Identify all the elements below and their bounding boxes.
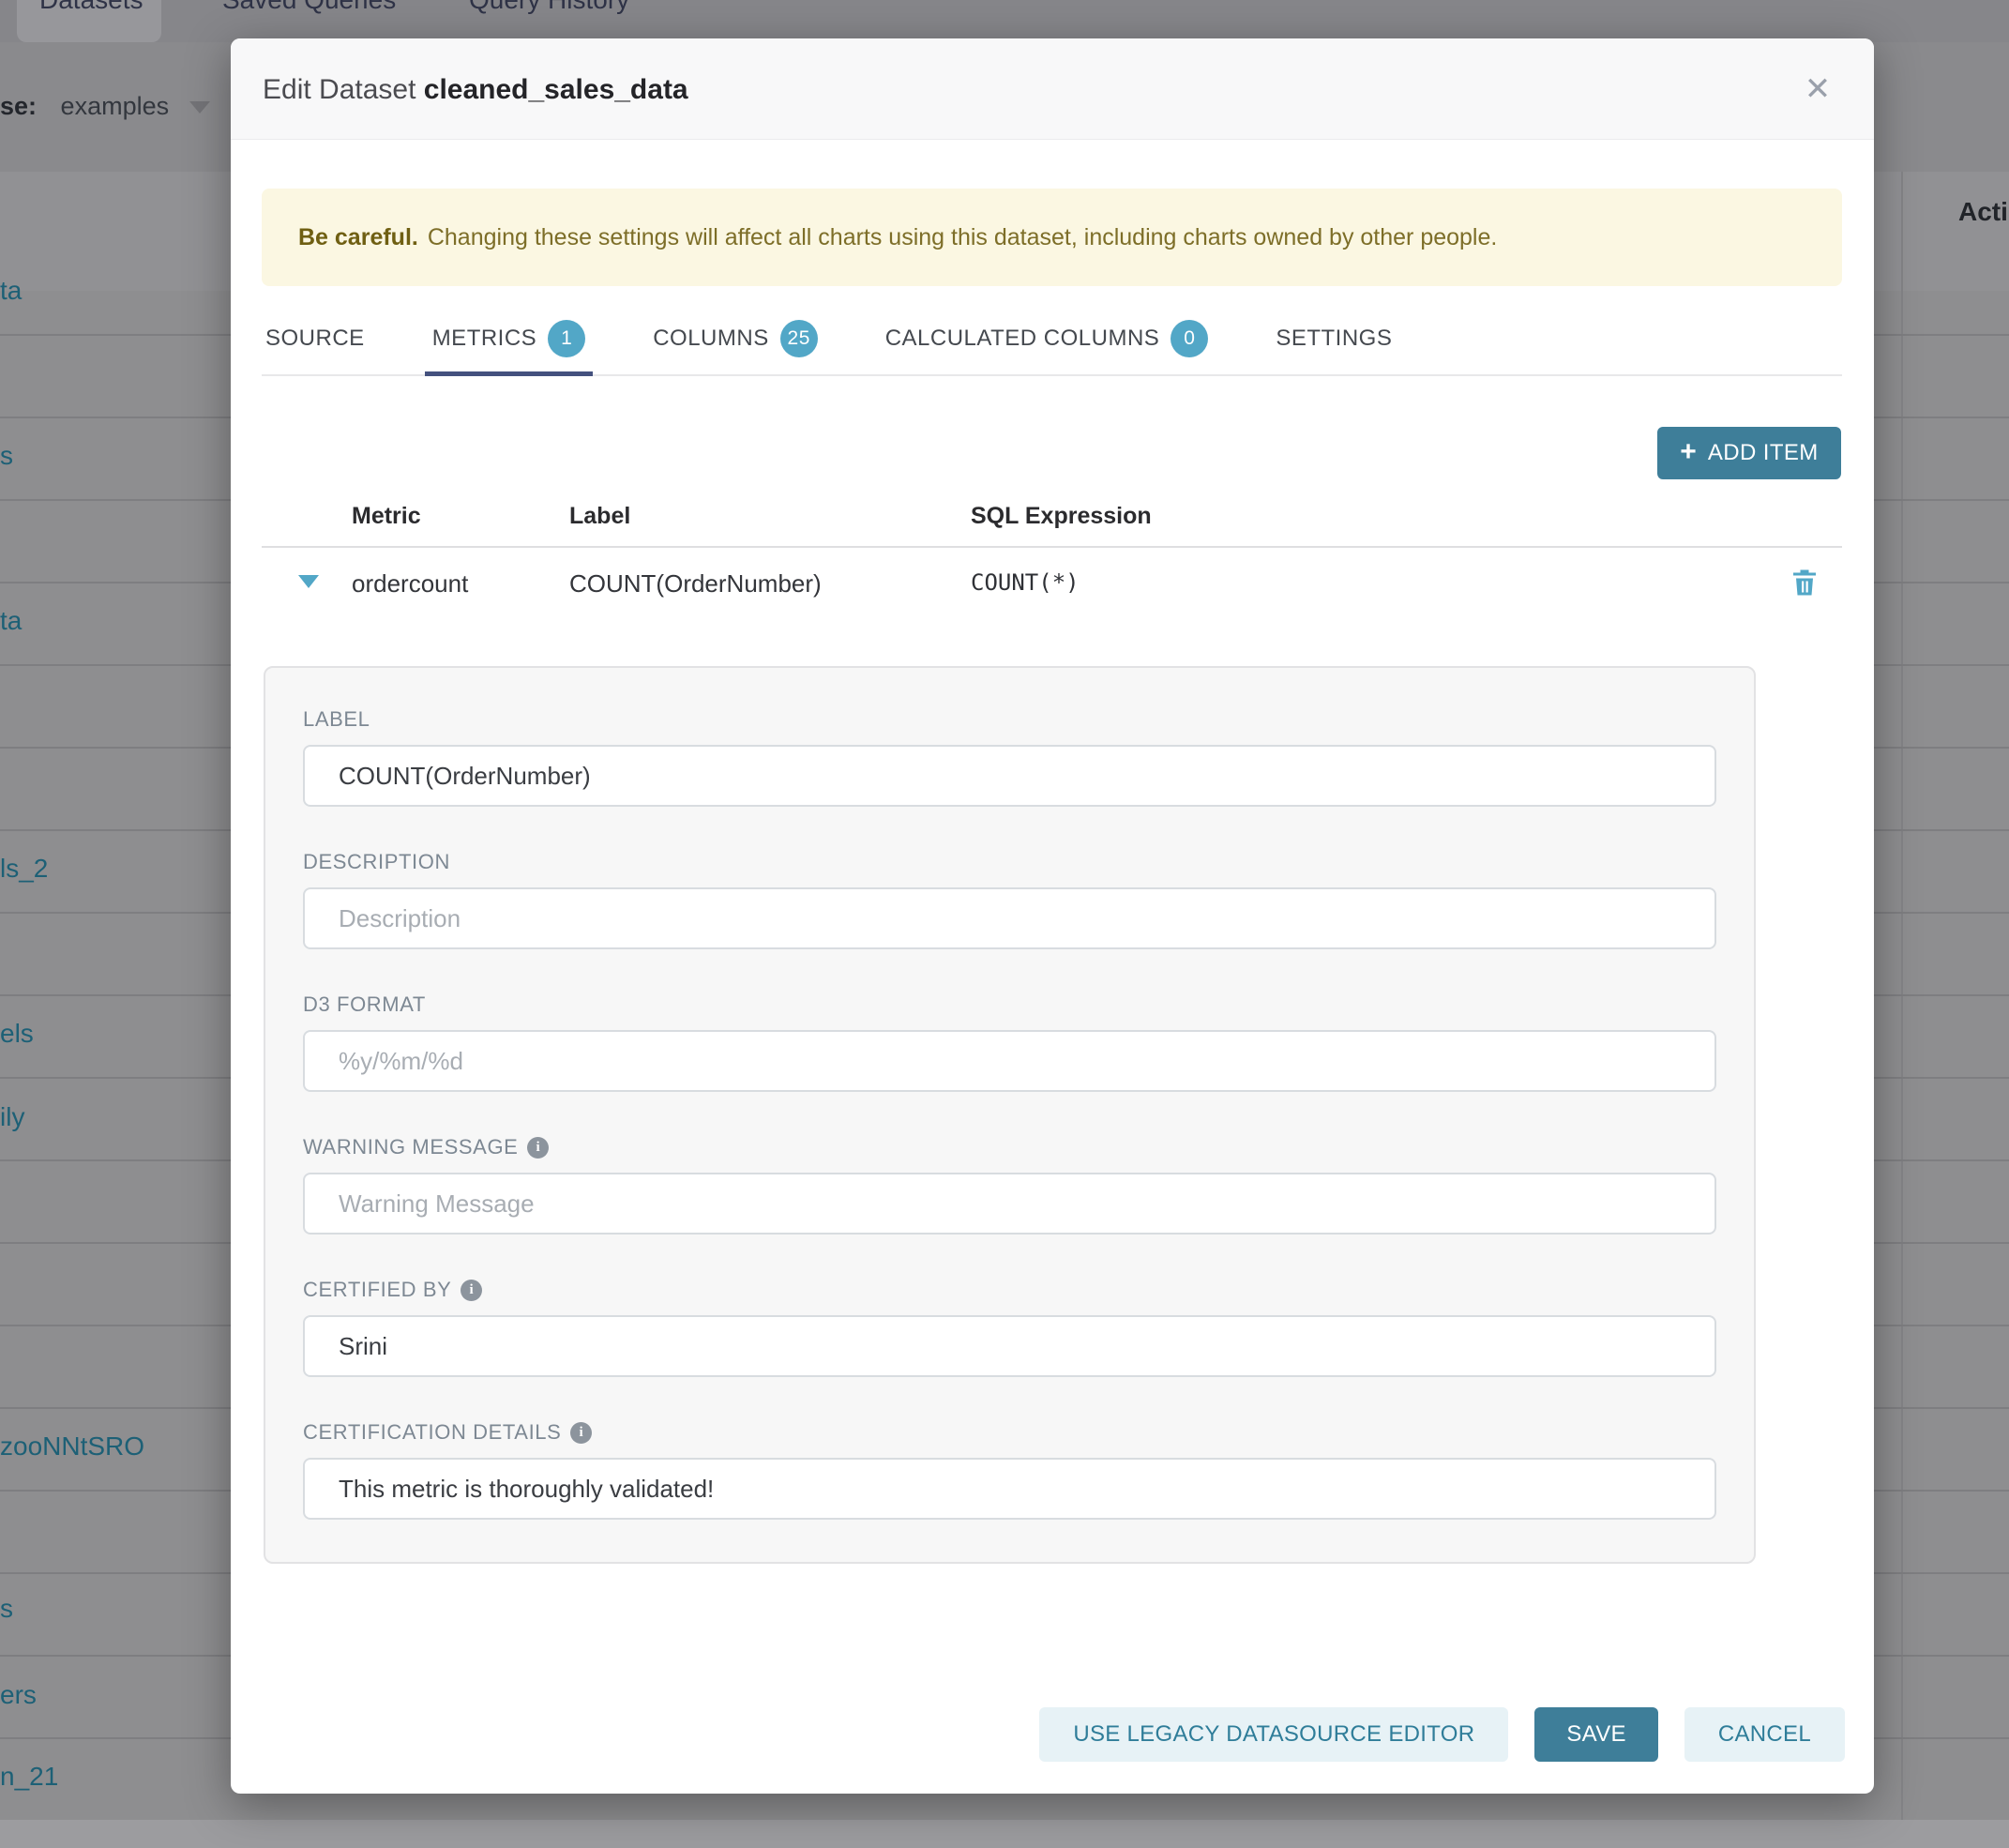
column-header-label: Label <box>569 503 630 530</box>
field-warning-message-caption: WARNING MESSAGE <box>303 1135 518 1159</box>
dataset-link[interactable]: n_21 <box>0 1762 58 1792</box>
tab-settings[interactable]: SETTINGS <box>1272 320 1396 374</box>
warning-banner-bold: Be careful. <box>298 224 418 251</box>
modal-tab-bar: SOURCE METRICS 1 COLUMNS 25 CALCULATED C… <box>262 320 1842 376</box>
close-icon[interactable]: ✕ <box>1795 67 1840 112</box>
field-label-caption: LABEL <box>303 707 1716 732</box>
plus-icon: + <box>1680 438 1697 466</box>
field-certification-details: CERTIFICATION DETAILS i <box>303 1420 1716 1520</box>
modal-footer: USE LEGACY DATASOURCE EDITOR SAVE CANCEL <box>1039 1707 1845 1762</box>
actions-column-header: Acti <box>1958 197 2008 227</box>
dataset-link[interactable]: s <box>0 1594 13 1624</box>
field-label: LABEL <box>303 707 1716 807</box>
tab-columns-label: COLUMNS <box>653 326 769 352</box>
database-filter-value: examples <box>61 92 170 120</box>
warning-message-input[interactable] <box>303 1173 1716 1235</box>
dataset-link[interactable]: zooNNtSRO <box>0 1431 144 1462</box>
add-item-label: ADD ITEM <box>1708 440 1819 466</box>
metric-detail-panel: LABEL DESCRIPTION D3 FORMAT WARNING MESS… <box>264 666 1756 1564</box>
row-collapse-caret-icon[interactable] <box>298 575 319 588</box>
dataset-link[interactable]: ily <box>0 1102 24 1132</box>
field-description-caption: DESCRIPTION <box>303 850 1716 874</box>
table-header-divider <box>262 546 1842 548</box>
certified-by-input[interactable] <box>303 1315 1716 1377</box>
tab-datasets[interactable]: Datasets <box>39 0 144 15</box>
info-icon: i <box>527 1137 549 1159</box>
description-input[interactable] <box>303 887 1716 949</box>
dataset-link[interactable]: ta <box>0 276 22 306</box>
tab-calculated-columns-count-badge: 0 <box>1171 320 1208 357</box>
tab-metrics-label: METRICS <box>432 326 537 352</box>
modal-title: Edit Dataset cleaned_sales_data <box>263 74 688 106</box>
field-d3-format: D3 FORMAT <box>303 992 1716 1092</box>
field-d3-format-caption: D3 FORMAT <box>303 992 1716 1017</box>
field-certified-by: CERTIFIED BY i <box>303 1278 1716 1377</box>
tab-columns-count-badge: 25 <box>780 320 818 357</box>
tab-settings-label: SETTINGS <box>1276 326 1392 352</box>
tab-metrics-count-badge: 1 <box>548 320 585 357</box>
tab-query-history[interactable]: Query History <box>469 0 629 15</box>
tab-source[interactable]: SOURCE <box>262 320 369 374</box>
info-icon: i <box>461 1280 482 1301</box>
modal-title-prefix: Edit Dataset <box>263 74 415 105</box>
tab-metrics[interactable]: METRICS 1 <box>429 320 590 374</box>
cancel-button[interactable]: CANCEL <box>1684 1707 1845 1762</box>
field-certification-details-caption: CERTIFICATION DETAILS <box>303 1420 561 1445</box>
dataset-link[interactable]: ls_2 <box>0 854 48 884</box>
dropdown-caret-icon <box>189 101 210 114</box>
metric-label-cell: COUNT(OrderNumber) <box>569 569 822 598</box>
field-warning-message: WARNING MESSAGE i <box>303 1135 1716 1235</box>
field-certified-by-caption: CERTIFIED BY <box>303 1278 451 1302</box>
tab-calculated-columns[interactable]: CALCULATED COLUMNS 0 <box>882 320 1213 374</box>
use-legacy-datasource-editor-button[interactable]: USE LEGACY DATASOURCE EDITOR <box>1039 1707 1508 1762</box>
dataset-link[interactable]: s <box>0 441 13 471</box>
metric-sql-cell: COUNT(*) <box>971 569 1080 596</box>
dataset-link[interactable]: ta <box>0 606 22 636</box>
certification-details-input[interactable] <box>303 1458 1716 1520</box>
metric-name-cell: ordercount <box>352 569 468 598</box>
tab-calculated-columns-label: CALCULATED COLUMNS <box>885 326 1160 352</box>
label-input[interactable] <box>303 745 1716 807</box>
modal-title-dataset-name: cleaned_sales_data <box>424 74 688 105</box>
warning-banner: Be careful. Changing these settings will… <box>262 189 1842 286</box>
save-button[interactable]: SAVE <box>1534 1707 1657 1762</box>
delete-metric-trash-icon[interactable] <box>1788 564 1821 601</box>
field-description: DESCRIPTION <box>303 850 1716 949</box>
d3-format-input[interactable] <box>303 1030 1716 1092</box>
add-item-button[interactable]: + ADD ITEM <box>1657 427 1841 479</box>
edit-dataset-modal: Edit Dataset cleaned_sales_data ✕ Be car… <box>231 38 1874 1794</box>
table-footer-band <box>0 1820 2009 1848</box>
database-filter[interactable]: se: examples <box>0 92 210 121</box>
column-header-metric: Metric <box>352 503 421 530</box>
dataset-link[interactable]: els <box>0 1019 34 1049</box>
tab-columns[interactable]: COLUMNS 25 <box>649 320 822 374</box>
dataset-link[interactable]: ers <box>0 1680 37 1710</box>
tab-source-label: SOURCE <box>265 326 365 352</box>
info-icon: i <box>570 1422 592 1444</box>
warning-banner-text: Changing these settings will affect all … <box>428 224 1498 251</box>
column-header-sql-expression: SQL Expression <box>971 503 1152 530</box>
database-filter-label: se: <box>0 92 37 120</box>
tab-saved-queries[interactable]: Saved Queries <box>222 0 396 15</box>
